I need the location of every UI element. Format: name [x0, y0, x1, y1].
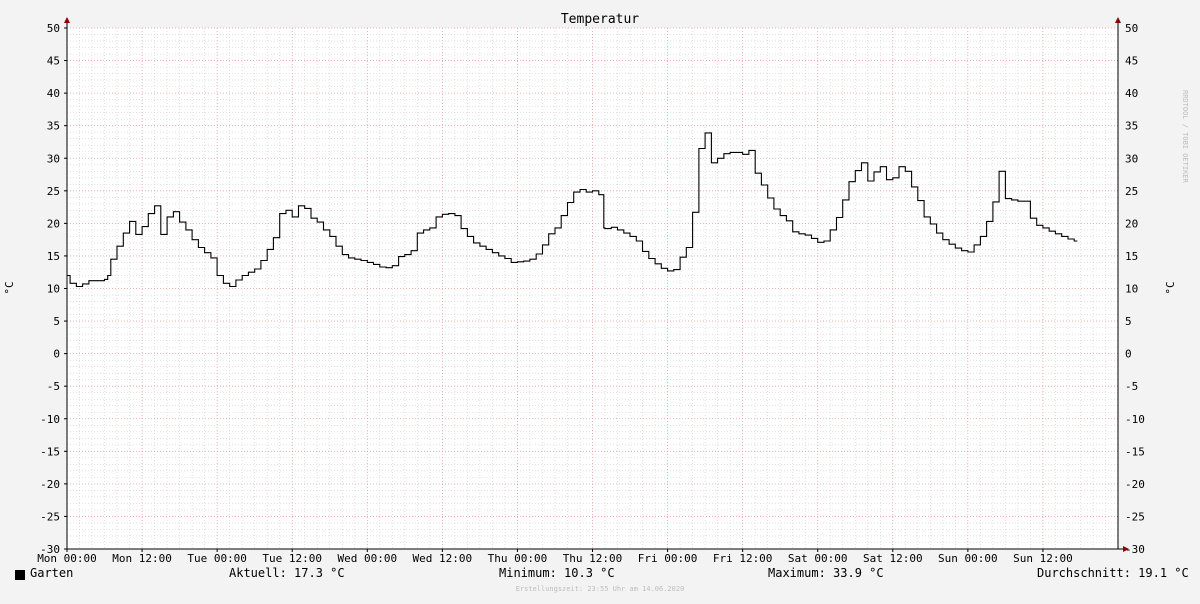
- legend-maximum-value: 33.9 °C: [833, 566, 884, 580]
- x-tick-label: Thu 00:00: [488, 552, 548, 565]
- legend-maximum-label: Maximum:: [768, 566, 826, 580]
- y-axis-label-right: °C: [1164, 281, 1177, 294]
- y-tick-label-right: 15: [1125, 250, 1138, 263]
- legend: Garten Aktuell: 17.3 °C Minimum: 10.3 °C…: [0, 566, 1200, 584]
- y-tick-label-left: -20: [40, 478, 60, 491]
- x-tick-label: Tue 00:00: [187, 552, 247, 565]
- x-tick-label: Sun 00:00: [938, 552, 998, 565]
- y-axis-label-left: °C: [3, 281, 16, 294]
- y-tick-label-right: 50: [1125, 22, 1138, 35]
- y-tick-label-right: 35: [1125, 120, 1138, 133]
- legend-minimum: Minimum: 10.3 °C: [499, 566, 615, 580]
- x-tick-label: Thu 12:00: [563, 552, 623, 565]
- y-tick-label-right: 45: [1125, 55, 1138, 68]
- y-tick-label-left: -10: [40, 413, 60, 426]
- legend-average: Durchschnitt: 19.1 °C: [1037, 566, 1189, 580]
- legend-series-name: Garten: [30, 566, 74, 580]
- y-tick-label-left: 35: [47, 120, 60, 133]
- y-tick-label-left: 45: [47, 55, 60, 68]
- rrdtool-watermark: RRDTOOL / TOBI OETIKER: [1181, 90, 1189, 183]
- y-tick-label-right: 30: [1125, 152, 1138, 165]
- y-axis-arrow-right: [1115, 17, 1121, 23]
- legend-maximum: Maximum: 33.9 °C: [768, 566, 884, 580]
- x-tick-label: Fri 00:00: [638, 552, 698, 565]
- y-tick-label-right: 10: [1125, 283, 1138, 296]
- y-tick-labels-left: 50454035302520151050-5-10-15-20-25-30: [40, 22, 60, 556]
- y-tick-label-right: -15: [1125, 445, 1145, 458]
- y-tick-label-left: -5: [47, 380, 60, 393]
- y-tick-label-left: 25: [47, 185, 60, 198]
- x-tick-label: Sun 12:00: [1013, 552, 1073, 565]
- legend-average-label: Durchschnitt:: [1037, 566, 1131, 580]
- y-tick-labels-right: 50454035302520151050-5-10-15-20-25-30: [1125, 22, 1145, 556]
- x-tick-label: Tue 12:00: [262, 552, 322, 565]
- legend-current: Aktuell: 17.3 °C: [229, 566, 345, 580]
- y-axis-arrow-left: [64, 17, 70, 23]
- x-tick-label: Sat 12:00: [863, 552, 923, 565]
- y-tick-label-right: 40: [1125, 87, 1138, 100]
- y-tick-label-right: -20: [1125, 478, 1145, 491]
- y-tick-label-right: -30: [1125, 543, 1145, 556]
- y-tick-label-left: 0: [53, 348, 60, 361]
- legend-minimum-label: Minimum:: [499, 566, 557, 580]
- x-tick-label: Fri 12:00: [713, 552, 773, 565]
- legend-current-value: 17.3 °C: [294, 566, 345, 580]
- legend-minimum-value: 10.3 °C: [564, 566, 615, 580]
- y-tick-label-right: 0: [1125, 348, 1132, 361]
- y-tick-label-left: 15: [47, 250, 60, 263]
- chart-container: Temperatur 50 45 40 35 30 25 20 15 10 5 0 -5 -10 -15-…: [0, 0, 1200, 600]
- x-tick-label: Wed 12:00: [413, 552, 473, 565]
- y-tick-label-left: 20: [47, 217, 60, 230]
- y-tick-label-right: -10: [1125, 413, 1145, 426]
- y-tick-label-left: 30: [47, 152, 60, 165]
- y-tick-label-right: -25: [1125, 510, 1145, 523]
- temperature-chart: Temperatur 50454035302520151050-5-10-15-…: [3, 12, 1177, 565]
- x-tick-label: Wed 00:00: [337, 552, 397, 565]
- y-tick-label-right: 20: [1125, 217, 1138, 230]
- y-tick-label-left: 5: [53, 315, 60, 328]
- legend-current-label: Aktuell:: [229, 566, 287, 580]
- x-tick-label: Sat 00:00: [788, 552, 848, 565]
- chart-title: Temperatur: [561, 12, 639, 27]
- y-tick-label-left: -25: [40, 510, 60, 523]
- y-tick-label-left: 50: [47, 22, 60, 35]
- y-tick-label-right: 25: [1125, 185, 1138, 198]
- x-tick-label: Mon 12:00: [112, 552, 172, 565]
- y-tick-label-left: 10: [47, 283, 60, 296]
- y-tick-label-right: -5: [1125, 380, 1138, 393]
- y-tick-label-left: 40: [47, 87, 60, 100]
- legend-average-value: 19.1 °C: [1138, 566, 1189, 580]
- creation-time-note: Erstellungszeit: 23:55 Uhr am 14.06.2020: [515, 585, 685, 593]
- y-tick-label-right: 5: [1125, 315, 1132, 328]
- x-tick-label: Mon 00:00: [37, 552, 97, 565]
- x-tick-labels: Mon 00:00 Mon 12:00 Tue 00:00 Tue 12:00 Wed …: [37, 552, 1073, 565]
- y-tick-label-left: -15: [40, 445, 60, 458]
